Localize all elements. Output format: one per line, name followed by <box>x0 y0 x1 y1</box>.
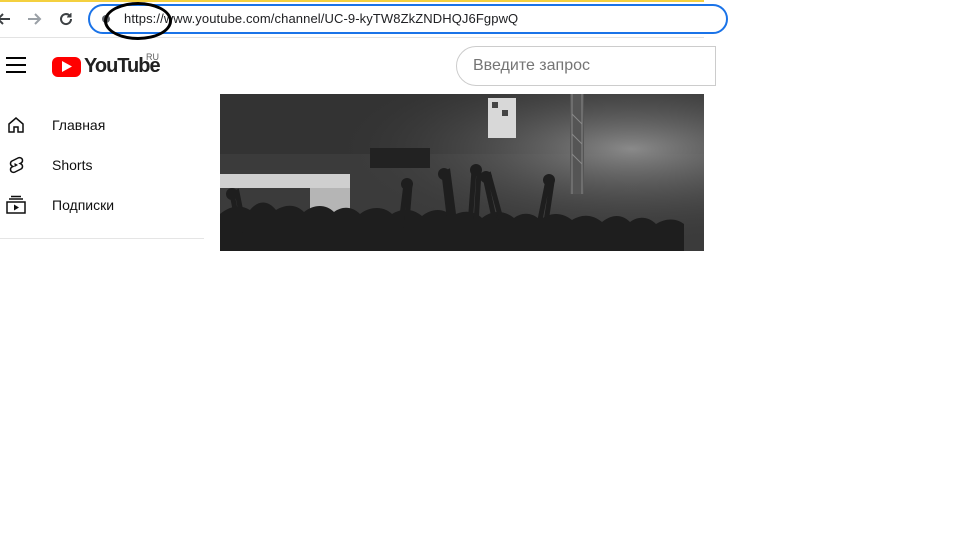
address-bar[interactable]: https://www.youtube.com/channel/UC-9-kyT… <box>88 4 728 34</box>
url-text[interactable]: https://www.youtube.com/channel/UC-9-kyT… <box>124 11 518 26</box>
search-input[interactable] <box>473 57 703 75</box>
sidebar-item-label: Главная <box>52 117 106 133</box>
reload-icon[interactable] <box>56 9 76 29</box>
sidebar-item-shorts[interactable]: Shorts <box>0 145 204 185</box>
toolbar-accent-line <box>0 0 704 2</box>
menu-icon[interactable] <box>6 57 26 75</box>
sidebar-item-label: Подписки <box>52 197 115 213</box>
concert-banner-image <box>220 94 704 251</box>
channel-banner <box>220 94 704 251</box>
search-box[interactable] <box>456 46 716 86</box>
subscriptions-icon <box>6 195 26 215</box>
forward-arrow-icon[interactable] <box>24 9 44 29</box>
sidebar-item-label: Shorts <box>52 157 93 173</box>
annotation-ellipse <box>104 2 172 40</box>
shorts-icon <box>6 155 26 175</box>
country-code: RU <box>146 52 159 62</box>
sidebar-item-subscriptions[interactable]: Подписки <box>0 185 204 225</box>
back-arrow-icon[interactable] <box>0 9 14 29</box>
home-icon <box>6 115 26 135</box>
sidebar-item-home[interactable]: Главная <box>0 105 204 145</box>
youtube-logo[interactable]: YouTube <box>52 55 161 78</box>
sidebar-divider <box>0 238 204 239</box>
youtube-play-icon <box>52 56 81 77</box>
